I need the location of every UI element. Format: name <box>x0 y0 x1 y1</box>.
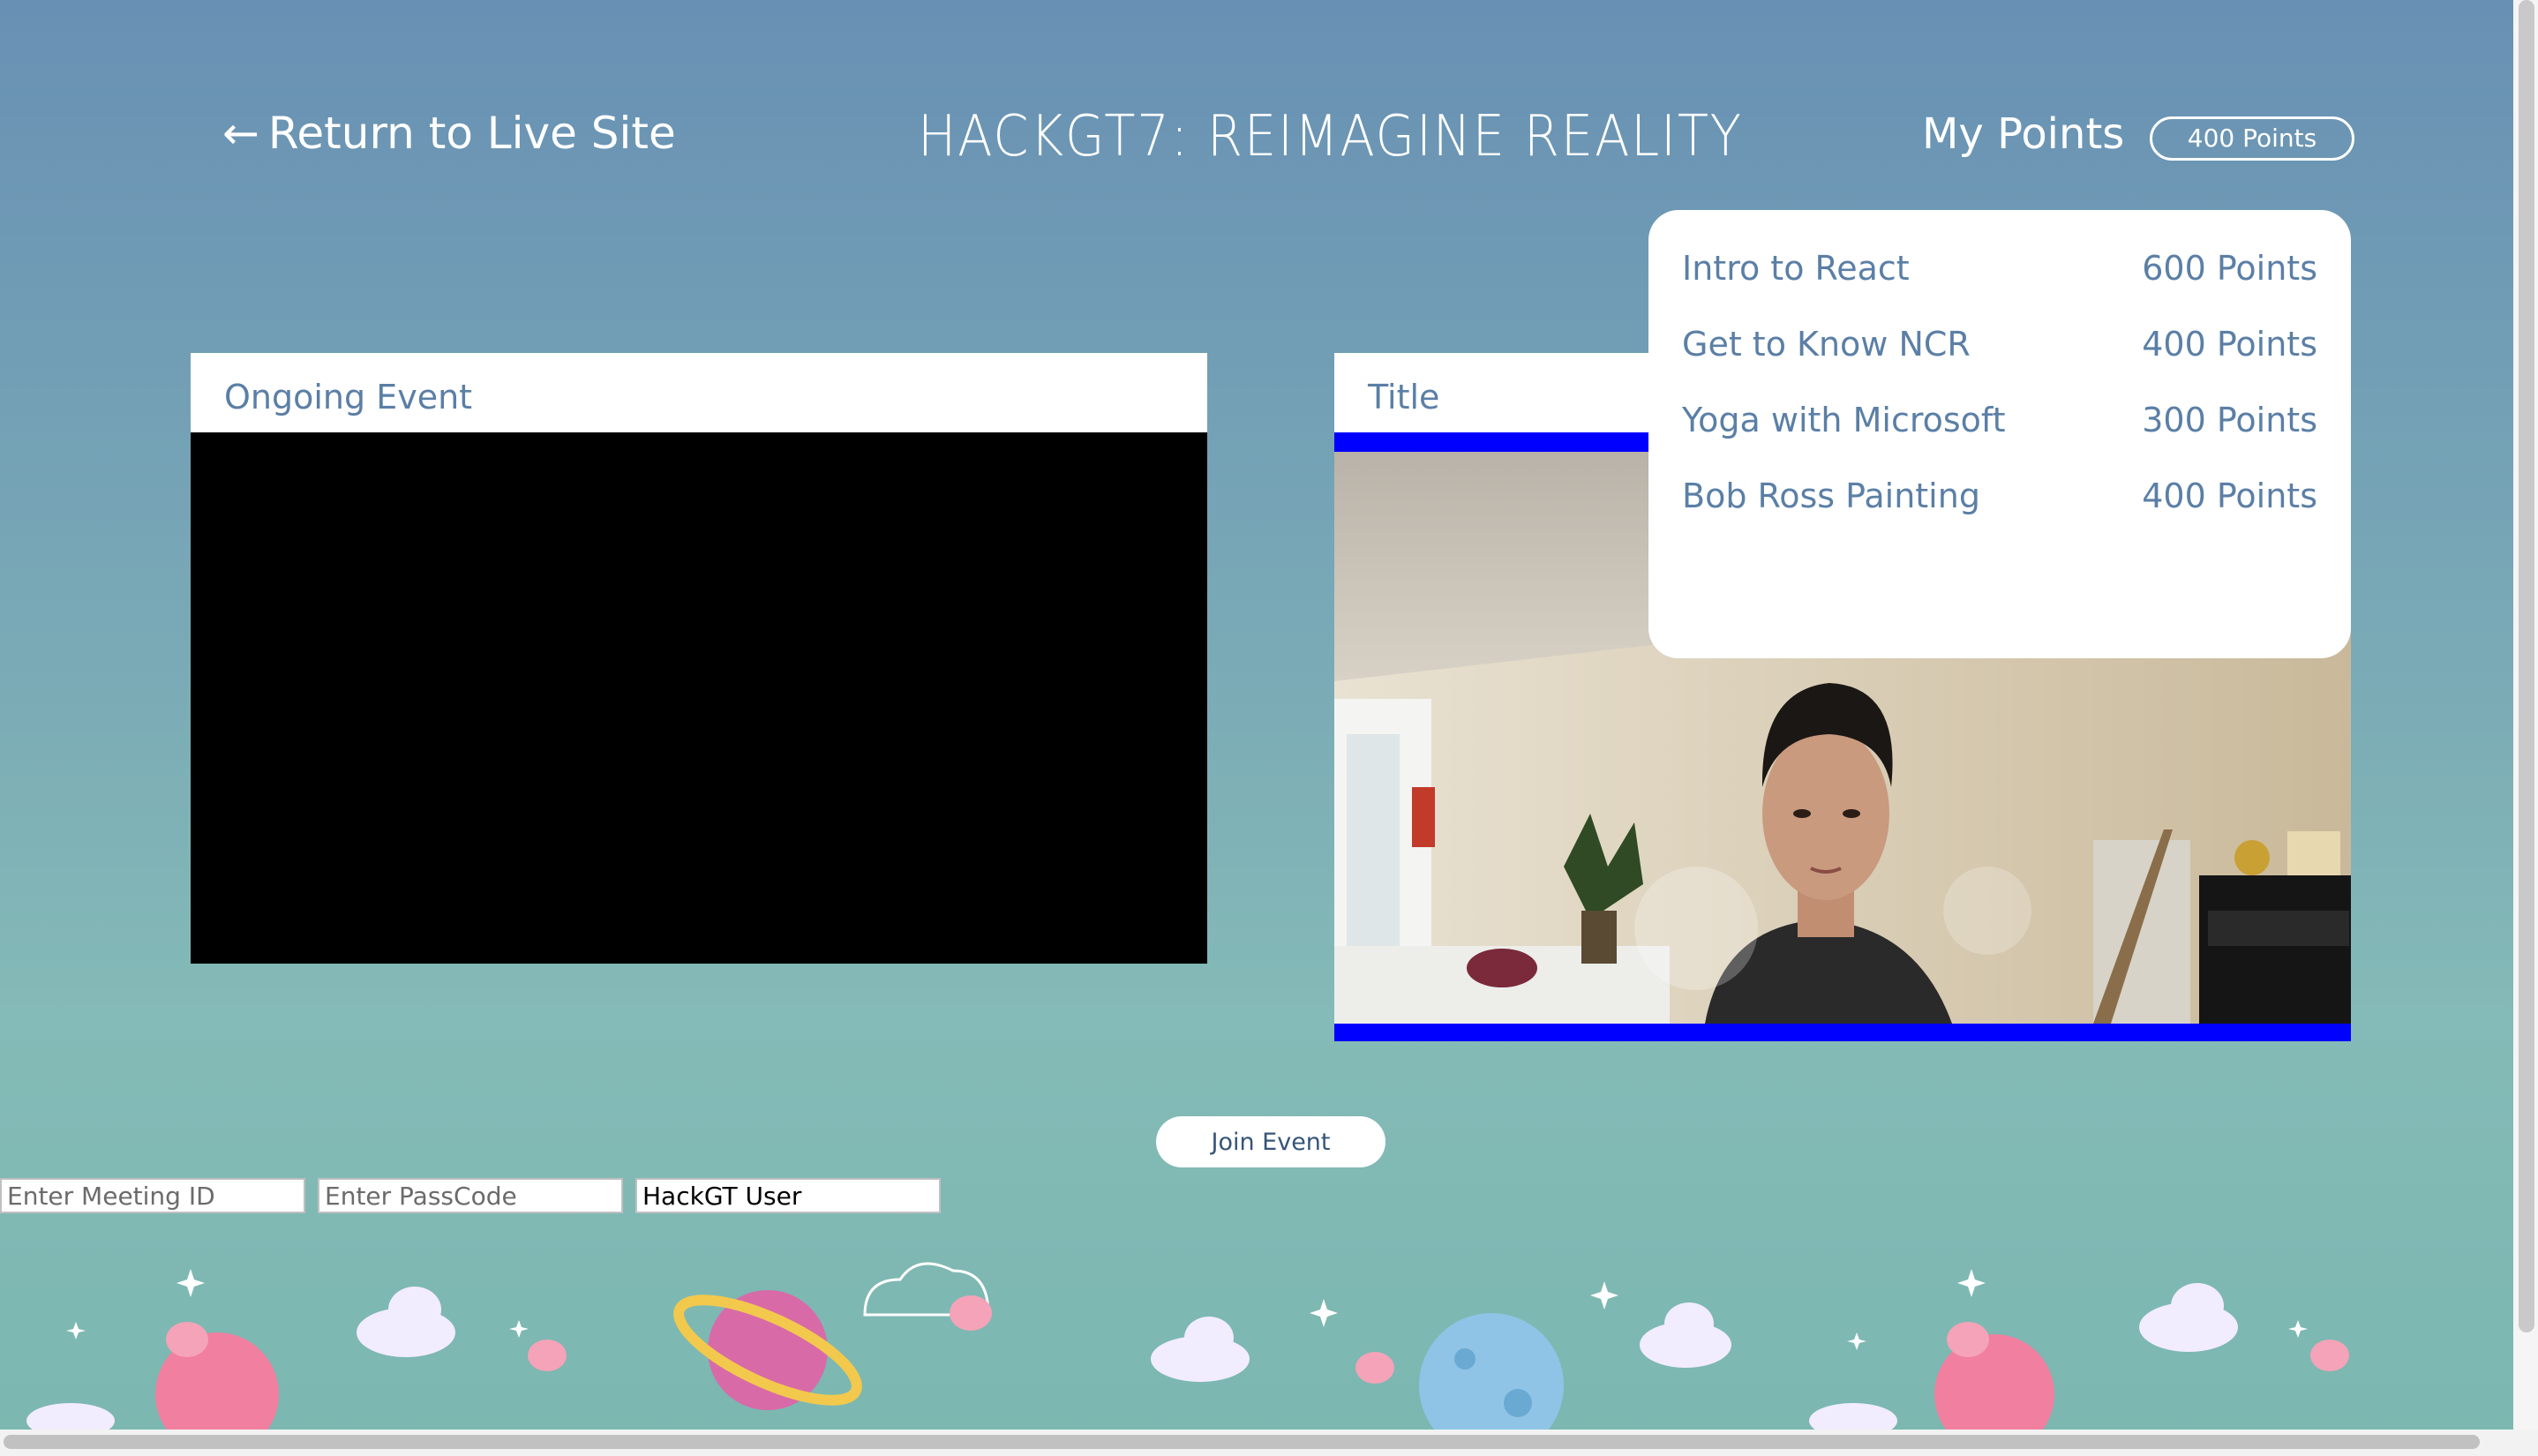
points-item-value: 400 Points <box>2142 477 2317 515</box>
points-item-name: Intro to React <box>1682 249 1910 288</box>
username-input[interactable] <box>635 1178 941 1213</box>
page-title: HACKGT7: REIMAGINE REALITY <box>918 104 1743 169</box>
return-to-live-site-link[interactable]: ← Return to Live Site <box>222 108 676 159</box>
ongoing-event-title: Ongoing Event <box>224 378 473 417</box>
points-item-name: Yoga with Microsoft <box>1682 401 2006 439</box>
points-item-value: 300 Points <box>2142 401 2317 439</box>
passcode-input[interactable] <box>318 1178 623 1213</box>
points-item[interactable]: Get to Know NCR 400 Points <box>1682 325 2317 378</box>
points-item-name: Get to Know NCR <box>1682 325 1971 364</box>
join-event-button[interactable]: Join Event <box>1156 1116 1385 1167</box>
return-link-label: Return to Live Site <box>267 108 676 159</box>
cloud-icon <box>26 1283 2238 1430</box>
points-item-name: Bob Ross Painting <box>1682 477 1980 515</box>
points-badge[interactable]: 400 Points <box>2150 116 2354 161</box>
points-item[interactable]: Yoga with Microsoft 300 Points <box>1682 401 2317 454</box>
points-item[interactable]: Intro to React 600 Points <box>1682 249 2317 302</box>
points-item-value: 600 Points <box>2142 249 2317 288</box>
horizontal-scrollbar-thumb[interactable] <box>4 1435 2480 1449</box>
left-arrow-icon: ← <box>222 108 259 159</box>
ongoing-event-video[interactable] <box>191 432 1207 964</box>
my-points-label[interactable]: My Points <box>1922 109 2124 159</box>
points-item-value: 400 Points <box>2142 325 2317 364</box>
vertical-scrollbar-thumb[interactable] <box>2519 0 2534 1332</box>
points-item[interactable]: Bob Ross Painting 400 Points <box>1682 477 2317 529</box>
moon-icon <box>1419 1313 1564 1430</box>
ongoing-event-header: Ongoing Event <box>191 353 1207 432</box>
meeting-id-input[interactable] <box>0 1178 305 1213</box>
footer-decoration <box>26 1262 2349 1430</box>
camera-panel-title: Title <box>1368 378 1440 417</box>
points-dropdown: Intro to React 600 Points Get to Know NC… <box>1648 210 2351 658</box>
saturn-icon <box>673 1290 862 1410</box>
